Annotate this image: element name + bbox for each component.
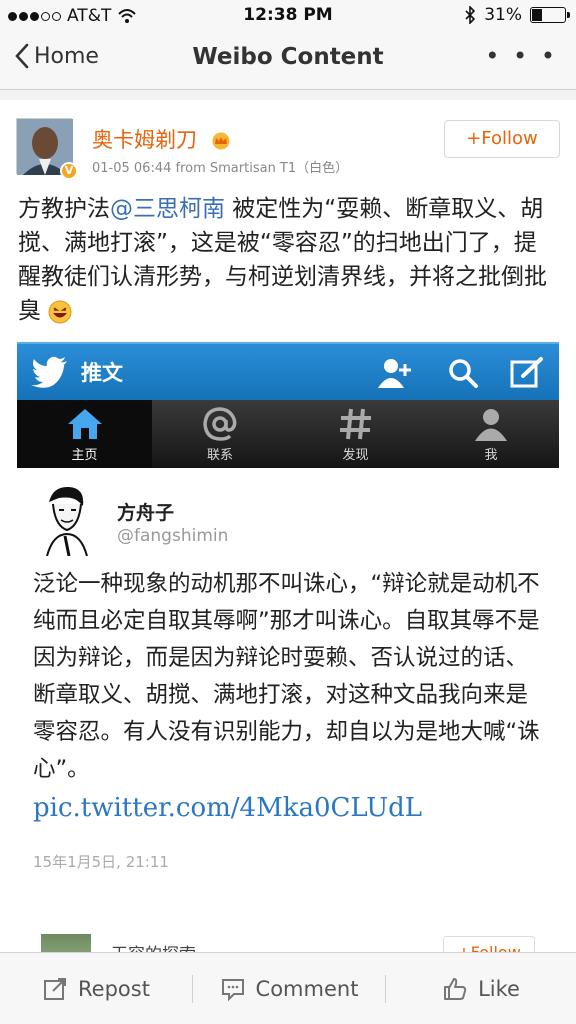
twitter-header: 推文 [17,342,559,400]
tab-label: 发现 [342,448,369,463]
tweet-timestamp: 15年1月5日, 21:11 [33,853,169,871]
comment-label: Comment [255,977,359,1001]
search-icon [449,359,478,388]
mention-link[interactable]: @三思柯南 [110,196,225,222]
twitter-bird-icon [31,356,67,388]
bottom-action-bar: Repost Comment Like [0,952,576,1024]
more-options-button[interactable]: • • • [485,42,558,70]
status-bar: AT&T 12:38 PM 31% [0,0,576,30]
like-button[interactable]: Like [386,953,576,1024]
like-label: Like [478,977,520,1001]
comment-button[interactable]: Comment [193,953,385,1024]
post-text-start: 方教护法 [18,196,110,222]
comment-icon [221,979,244,1002]
repost-icon [44,978,67,1000]
repost-label: Repost [78,977,150,1001]
tab-label: 我 [484,448,498,463]
next-user-name: 天容的探索 [111,940,196,952]
laughing-emoji-icon [48,300,72,323]
app-screen: AT&T 12:38 PM 31% Home Weibo Content • •… [0,0,576,1024]
author-avatar [39,482,93,556]
username[interactable]: 奥卡姆剃刀 [92,124,232,154]
tweet-text: 泛论一种现象的动机那不叫诛心，“辩论就是动机不纯而且必定自取其辱啊”那才叫诛心。… [33,571,540,782]
add-user-icon [378,359,411,388]
tab-label: 联系 [206,448,233,463]
at-icon [203,407,237,441]
navigation-bar: Home Weibo Content • • • [0,30,576,90]
next-post-preview: 天容的探索 +Follow [41,930,541,952]
compose-icon [510,357,543,388]
person-icon [475,409,507,441]
status-right: 31% [464,5,570,25]
repost-button[interactable]: Repost [0,953,192,1024]
home-icon [67,409,102,439]
battery-percent: 31% [484,5,522,25]
tweet-body: 方舟子 @fangshimin 泛论一种现象的动机那不叫诛心，“辩论就是动机不纯… [17,468,559,952]
tab-home: 主页 [17,400,152,468]
tab-person: 我 [424,400,559,468]
author-handle: @fangshimin [117,526,229,546]
next-user-avatar [41,934,91,952]
tab-label: 主页 [71,448,98,463]
author-name: 方舟子 [117,502,175,524]
battery-icon [530,7,570,23]
post-text: 方教护法@三思柯南 被定性为“耍赖、断章取义、胡搅、满地打滚”，这是被“零容忍”… [18,192,558,328]
tweet-link: pic.twitter.com/4Mka0CLUdL [33,793,423,823]
next-follow-button: +Follow [443,936,535,952]
username-text: 奥卡姆剃刀 [92,128,197,152]
crown-icon [212,132,230,150]
follow-button[interactable]: +Follow [444,120,560,158]
bluetooth-icon [465,6,476,24]
hashtag-icon [339,408,371,440]
twitter-header-title: 推文 [81,361,123,385]
tab-hashtag: 发现 [288,400,423,468]
thumbs-up-icon [444,978,467,1000]
post-meta: 01-05 06:44 from Smartisan T1（白色） [92,161,349,176]
weibo-post-card: V 奥卡姆剃刀 01-05 06:44 from Smartisan T1（白色… [0,100,576,952]
verified-badge: V [60,162,78,180]
twitter-tab-bar: 主页 联系 发现 我 [17,400,559,468]
tab-at: 联系 [153,400,288,468]
embedded-image[interactable]: 推文 主页 联系 发现 我 方舟子 @fangshimin 泛论一种现象的动机那不… [17,342,559,952]
